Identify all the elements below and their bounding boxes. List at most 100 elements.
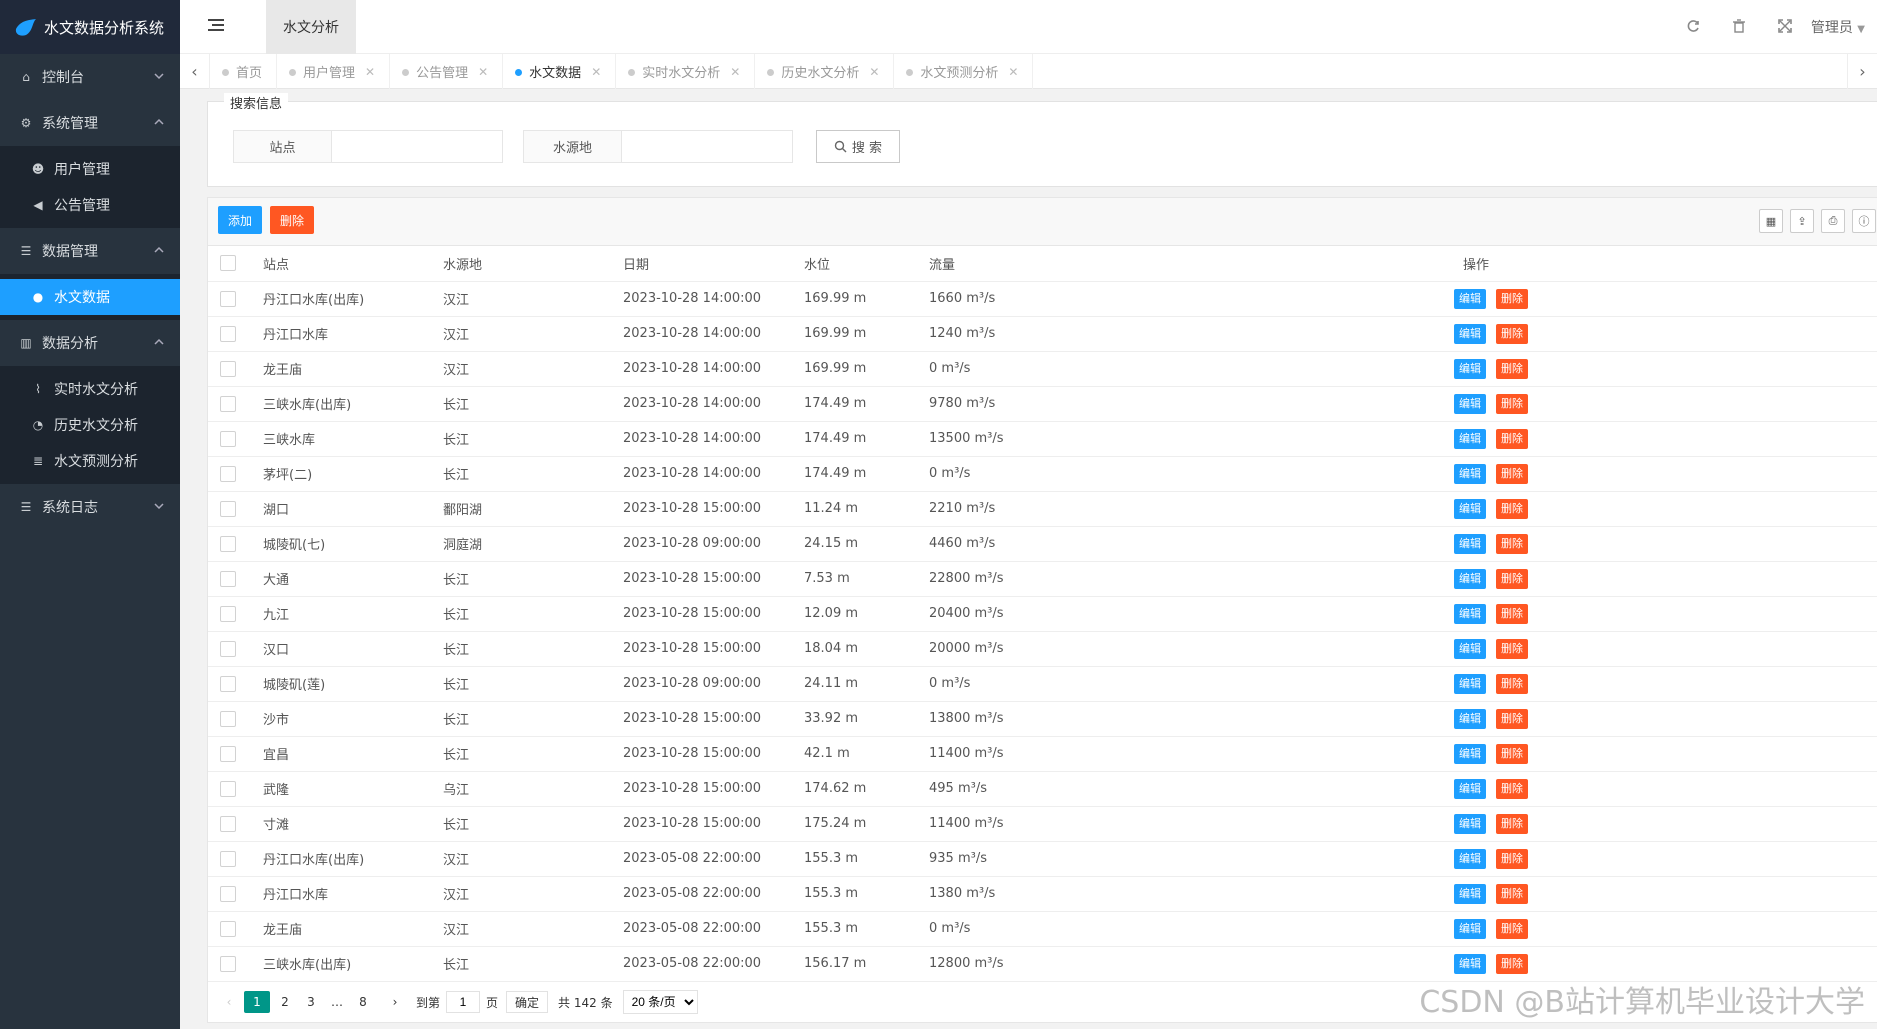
row-edit-button[interactable]: 编辑 [1454, 778, 1486, 799]
col-source[interactable]: 水源地 [443, 246, 623, 282]
row-delete-button[interactable]: 删除 [1496, 533, 1528, 554]
row-edit-button[interactable]: 编辑 [1454, 533, 1486, 554]
close-icon[interactable]: ✕ [1008, 65, 1018, 79]
row-checkbox[interactable] [220, 850, 236, 867]
row-delete-button[interactable]: 删除 [1496, 288, 1528, 309]
close-icon[interactable]: ✕ [869, 65, 879, 79]
row-checkbox[interactable] [220, 360, 236, 377]
row-checkbox[interactable] [220, 780, 236, 797]
row-checkbox[interactable] [220, 290, 236, 307]
app-logo[interactable]: 水文数据分析系统 [0, 0, 180, 54]
print-icon[interactable]: ⎙ [1821, 209, 1845, 233]
refresh-icon[interactable] [1686, 19, 1700, 33]
page-tab[interactable]: 水文数据 ✕ [503, 54, 617, 89]
station-input[interactable] [332, 131, 502, 162]
sidebar-subitem[interactable]: ◔ 历史水文分析 [0, 407, 180, 443]
row-delete-button[interactable]: 删除 [1496, 498, 1528, 519]
close-icon[interactable]: ✕ [478, 65, 488, 79]
row-edit-button[interactable]: 编辑 [1454, 568, 1486, 589]
row-edit-button[interactable]: 编辑 [1454, 428, 1486, 449]
next-page-icon[interactable]: › [384, 991, 406, 1013]
row-delete-button[interactable]: 删除 [1496, 708, 1528, 729]
sidebar-subitem[interactable]: ⌇ 实时水文分析 [0, 371, 180, 407]
row-checkbox[interactable] [220, 675, 236, 692]
sidebar-subitem[interactable]: ☻ 用户管理 [0, 151, 180, 187]
page-tab[interactable]: 水文预测分析 ✕ [894, 54, 1034, 89]
col-date[interactable]: 日期 [623, 246, 804, 282]
info-icon[interactable]: ⓘ [1852, 209, 1876, 233]
close-icon[interactable]: ✕ [730, 65, 740, 79]
row-edit-button[interactable]: 编辑 [1454, 813, 1486, 834]
user-menu[interactable]: 管理员 ▼ [1811, 17, 1865, 37]
tabs-prev-icon[interactable]: ‹ [180, 54, 210, 89]
row-edit-button[interactable]: 编辑 [1454, 393, 1486, 414]
row-checkbox[interactable] [220, 710, 236, 727]
row-edit-button[interactable]: 编辑 [1454, 288, 1486, 309]
row-checkbox[interactable] [220, 920, 236, 937]
row-delete-button[interactable]: 删除 [1496, 883, 1528, 904]
row-edit-button[interactable]: 编辑 [1454, 463, 1486, 484]
page-tab[interactable]: 公告管理 ✕ [390, 54, 504, 89]
row-checkbox[interactable] [220, 885, 236, 902]
close-icon[interactable]: ✕ [591, 65, 601, 79]
row-delete-button[interactable]: 删除 [1496, 358, 1528, 379]
sidebar-subitem[interactable]: ● 水文数据 [0, 279, 180, 315]
page-tab[interactable]: 实时水文分析 ✕ [616, 54, 756, 89]
row-edit-button[interactable]: 编辑 [1454, 498, 1486, 519]
row-checkbox[interactable] [220, 465, 236, 482]
row-delete-button[interactable]: 删除 [1496, 673, 1528, 694]
row-edit-button[interactable]: 编辑 [1454, 638, 1486, 659]
source-input[interactable] [622, 131, 792, 162]
col-flow[interactable]: 流量 [929, 246, 1409, 282]
row-edit-button[interactable]: 编辑 [1454, 323, 1486, 344]
header-tab-analysis[interactable]: 水文分析 [266, 0, 356, 54]
row-edit-button[interactable]: 编辑 [1454, 358, 1486, 379]
row-checkbox[interactable] [220, 500, 236, 517]
fullscreen-icon[interactable] [1778, 19, 1792, 33]
goto-confirm-button[interactable]: 确定 [506, 991, 549, 1013]
col-level[interactable]: 水位 [804, 246, 929, 282]
page-number[interactable]: 8 [352, 991, 374, 1013]
sidebar-item[interactable]: ⚙ 系统管理 [0, 100, 180, 146]
sidebar-item[interactable]: ▥ 数据分析 [0, 320, 180, 366]
select-all-checkbox[interactable] [220, 255, 236, 272]
page-number[interactable]: 3 [300, 991, 322, 1013]
row-delete-button[interactable]: 删除 [1496, 393, 1528, 414]
row-checkbox[interactable] [220, 640, 236, 657]
row-edit-button[interactable]: 编辑 [1454, 953, 1486, 974]
row-checkbox[interactable] [220, 395, 236, 412]
row-delete-button[interactable]: 删除 [1496, 568, 1528, 589]
row-delete-button[interactable]: 删除 [1496, 813, 1528, 834]
sidebar-subitem[interactable]: ◀ 公告管理 [0, 187, 180, 223]
page-tab[interactable]: 历史水文分析 ✕ [755, 54, 895, 89]
row-checkbox[interactable] [220, 955, 236, 972]
page-tab[interactable]: 用户管理 ✕ [277, 54, 391, 89]
row-delete-button[interactable]: 删除 [1496, 778, 1528, 799]
row-edit-button[interactable]: 编辑 [1454, 673, 1486, 694]
row-delete-button[interactable]: 删除 [1496, 463, 1528, 484]
row-delete-button[interactable]: 删除 [1496, 953, 1528, 974]
sidebar-item[interactable]: ☰ 数据管理 [0, 228, 180, 274]
row-checkbox[interactable] [220, 325, 236, 342]
columns-filter-icon[interactable]: ▦ [1759, 209, 1783, 233]
row-delete-button[interactable]: 删除 [1496, 323, 1528, 344]
row-edit-button[interactable]: 编辑 [1454, 603, 1486, 624]
row-delete-button[interactable]: 删除 [1496, 743, 1528, 764]
row-edit-button[interactable]: 编辑 [1454, 743, 1486, 764]
page-number[interactable]: 2 [274, 991, 296, 1013]
add-button[interactable]: 添加 [218, 206, 263, 234]
sidebar-subitem[interactable]: ≣ 水文预测分析 [0, 443, 180, 479]
prev-page-icon[interactable]: ‹ [218, 991, 240, 1013]
menu-toggle-icon[interactable] [208, 18, 224, 32]
search-button[interactable]: 搜 索 [816, 130, 900, 163]
row-delete-button[interactable]: 删除 [1496, 848, 1528, 869]
row-edit-button[interactable]: 编辑 [1454, 708, 1486, 729]
delete-button[interactable]: 删除 [270, 206, 315, 234]
row-checkbox[interactable] [220, 430, 236, 447]
page-size-select[interactable]: 20 条/页 [622, 990, 698, 1014]
row-checkbox[interactable] [220, 745, 236, 762]
row-delete-button[interactable]: 删除 [1496, 603, 1528, 624]
export-icon[interactable]: ⇪ [1790, 209, 1814, 233]
row-checkbox[interactable] [220, 570, 236, 587]
row-checkbox[interactable] [220, 815, 236, 832]
